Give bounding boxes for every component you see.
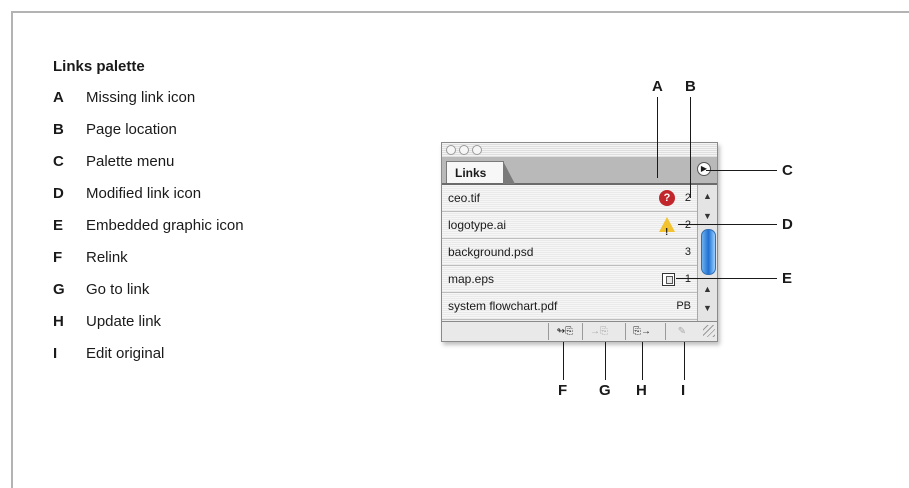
links-list: ceo.tif ? 2 logotype.ai ! 2 background.p… bbox=[442, 185, 697, 321]
link-name: system flowchart.pdf bbox=[448, 299, 558, 313]
legend-letter: F bbox=[53, 249, 63, 266]
legend-text: Update link bbox=[86, 313, 162, 330]
legend-text: Palette menu bbox=[86, 153, 175, 170]
callout-line-f bbox=[563, 342, 564, 380]
legend-item-h: H Update link bbox=[53, 312, 161, 332]
palette-menu-button[interactable]: ▶ bbox=[697, 162, 711, 176]
relink-button[interactable]: ↬⎘ bbox=[548, 323, 581, 340]
triangle-right-icon: ▶ bbox=[700, 164, 708, 173]
close-icon[interactable] bbox=[446, 145, 456, 155]
callout-i: I bbox=[681, 382, 686, 399]
tab-links[interactable]: Links bbox=[446, 161, 515, 184]
callout-line-h bbox=[642, 342, 643, 380]
legend-text: Relink bbox=[86, 249, 128, 266]
legend-item-e: E Embedded graphic icon bbox=[53, 216, 244, 236]
list-item[interactable]: system flowchart.pdf PB bbox=[442, 293, 697, 320]
resize-grip-icon[interactable] bbox=[703, 325, 715, 337]
legend-item-g: G Go to link bbox=[53, 280, 149, 300]
legend-text: Modified link icon bbox=[86, 185, 202, 202]
legend-item-c: C Palette menu bbox=[53, 152, 174, 172]
callout-line-g bbox=[605, 342, 606, 380]
edit-original-button[interactable]: ✎ bbox=[665, 323, 698, 340]
page-location: PB bbox=[676, 300, 691, 312]
legend-item-d: D Modified link icon bbox=[53, 184, 201, 204]
relink-icon: ↬⎘ bbox=[556, 326, 574, 337]
legend-letter: H bbox=[53, 313, 64, 330]
list-item[interactable]: map.eps 1 bbox=[442, 266, 697, 293]
embedded-graphic-icon bbox=[662, 273, 675, 286]
scroll-up-arrow-icon[interactable]: ▲ bbox=[703, 191, 712, 201]
legend-item-a: A Missing link icon bbox=[53, 88, 195, 108]
modified-link-icon: ! bbox=[659, 217, 675, 238]
page-location: 2 bbox=[684, 219, 691, 231]
callout-f: F bbox=[558, 382, 568, 399]
legend-letter: C bbox=[53, 153, 64, 170]
page-location: 3 bbox=[684, 246, 691, 258]
list-item[interactable]: background.psd 3 bbox=[442, 239, 697, 266]
edit-original-icon: ✎ bbox=[677, 326, 687, 337]
legend-text: Go to link bbox=[86, 281, 150, 298]
scroll-down-arrow-icon[interactable]: ▼ bbox=[703, 303, 712, 313]
list-scrollbar[interactable]: ▲ ▼ ▲ ▼ bbox=[697, 185, 717, 321]
link-name: logotype.ai bbox=[448, 218, 507, 232]
legend-letter: G bbox=[53, 281, 65, 298]
list-item[interactable]: ceo.tif ? 2 bbox=[442, 185, 697, 212]
callout-d: D bbox=[782, 216, 793, 233]
scroll-down-arrow-icon[interactable]: ▼ bbox=[703, 211, 712, 221]
callout-line-e bbox=[676, 278, 777, 279]
legend-letter: E bbox=[53, 217, 64, 234]
callout-line-b bbox=[690, 97, 691, 198]
legend-letter: I bbox=[53, 345, 58, 362]
list-item[interactable]: logotype.ai ! 2 bbox=[442, 212, 697, 239]
palette-button-bar: ↬⎘ →⎘ ⎘→ ✎ bbox=[442, 321, 717, 341]
legend-letter: A bbox=[53, 89, 64, 106]
callout-line-c bbox=[706, 170, 777, 171]
update-link-button[interactable]: ⎘→ bbox=[625, 323, 658, 340]
callout-e: E bbox=[782, 270, 793, 287]
go-to-link-button[interactable]: →⎘ bbox=[582, 323, 615, 340]
go-to-link-icon: →⎘ bbox=[590, 326, 608, 337]
callout-line-a bbox=[657, 97, 658, 178]
callout-c: C bbox=[782, 162, 793, 179]
update-link-icon: ⎘→ bbox=[633, 326, 651, 337]
page-location: 1 bbox=[684, 273, 691, 285]
legend-letter: B bbox=[53, 121, 64, 138]
callout-b: B bbox=[685, 78, 696, 95]
callout-g: G bbox=[599, 382, 611, 399]
callout-line-i bbox=[684, 342, 685, 380]
missing-link-icon: ? bbox=[659, 190, 675, 206]
legend-item-f: F Relink bbox=[53, 248, 128, 268]
links-palette: Links ▶ ceo.tif ? 2 logotype.ai ! 2 back… bbox=[441, 142, 718, 342]
legend-text: Missing link icon bbox=[86, 89, 196, 106]
callout-line-d bbox=[678, 224, 777, 225]
legend-item-b: B Page location bbox=[53, 120, 177, 140]
legend-text: Edit original bbox=[86, 345, 165, 362]
link-name: map.eps bbox=[448, 272, 495, 286]
callout-h: H bbox=[636, 382, 647, 399]
legend-title: Links palette bbox=[53, 58, 145, 75]
palette-titlebar[interactable] bbox=[442, 143, 717, 157]
callout-a: A bbox=[652, 78, 663, 95]
palette-tab-strip: Links ▶ bbox=[442, 157, 717, 185]
minimize-icon[interactable] bbox=[459, 145, 469, 155]
legend-letter: D bbox=[53, 185, 64, 202]
link-name: ceo.tif bbox=[448, 191, 481, 205]
scroll-up-arrow-icon[interactable]: ▲ bbox=[703, 284, 712, 294]
legend-text: Page location bbox=[86, 121, 177, 138]
scroll-thumb[interactable] bbox=[701, 229, 716, 275]
legend-text: Embedded graphic icon bbox=[86, 217, 244, 234]
legend-item-i: I Edit original bbox=[53, 344, 164, 364]
link-name: background.psd bbox=[448, 245, 534, 259]
zoom-icon[interactable] bbox=[472, 145, 482, 155]
